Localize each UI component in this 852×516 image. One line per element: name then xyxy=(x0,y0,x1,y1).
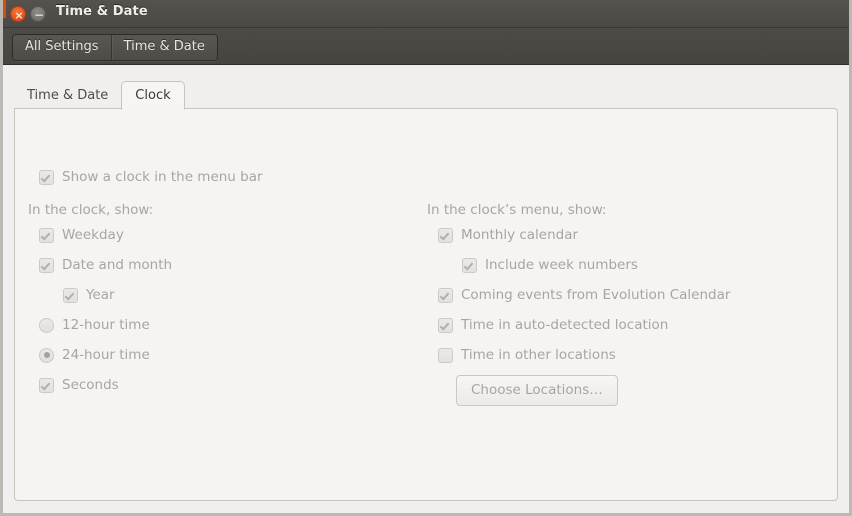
tab-clock[interactable]: Clock xyxy=(121,81,185,110)
tab-time-and-date[interactable]: Time & Date xyxy=(14,82,121,109)
close-button[interactable]: × xyxy=(10,6,26,22)
show-clock-in-menu-bar-label: Show a clock in the menu bar xyxy=(62,169,263,185)
toolbar: All Settings Time & Date xyxy=(0,28,852,65)
weekday-checkbox-row[interactable]: Weekday xyxy=(39,227,124,243)
12-hour-time-label: 12-hour time xyxy=(62,317,150,333)
year-label: Year xyxy=(86,287,115,303)
title-bar: × − Time & Date xyxy=(0,0,852,28)
24-hour-time-radio-row[interactable]: 24-hour time xyxy=(39,347,150,363)
include-week-numbers-checkbox-row[interactable]: Include week numbers xyxy=(462,257,638,273)
date-and-month-checkbox-row[interactable]: Date and month xyxy=(39,257,172,273)
24-hour-time-label: 24-hour time xyxy=(62,347,150,363)
seconds-checkbox[interactable] xyxy=(39,377,54,393)
monthly-calendar-checkbox-row[interactable]: Monthly calendar xyxy=(438,227,578,243)
weekday-checkbox[interactable] xyxy=(39,227,54,243)
include-week-numbers-checkbox[interactable] xyxy=(462,257,477,273)
window-title: Time & Date xyxy=(56,4,148,19)
clock-tab-panel: Show a clock in the menu bar In the cloc… xyxy=(14,108,838,501)
coming-events-label: Coming events from Evolution Calendar xyxy=(461,287,731,303)
auto-detected-location-checkbox[interactable] xyxy=(438,317,453,333)
monthly-calendar-checkbox[interactable] xyxy=(438,227,453,243)
other-locations-checkbox-row[interactable]: Time in other locations xyxy=(438,347,616,363)
12-hour-time-radio[interactable] xyxy=(39,317,54,333)
content-area: Time & Date Clock Show a clock in the me… xyxy=(0,65,852,516)
auto-detected-location-label: Time in auto-detected location xyxy=(461,317,669,333)
seconds-label: Seconds xyxy=(62,377,119,393)
time-and-date-window: × − Time & Date All Settings Time & Date… xyxy=(0,0,852,516)
choose-locations-button[interactable]: Choose Locations… xyxy=(456,375,618,406)
year-checkbox-row[interactable]: Year xyxy=(63,287,115,303)
tab-strip: Time & Date Clock xyxy=(14,80,185,110)
minimize-button[interactable]: − xyxy=(30,6,46,22)
seconds-checkbox-row[interactable]: Seconds xyxy=(39,377,119,393)
minimize-icon: − xyxy=(33,8,45,22)
breadcrumb-time-and-date-button[interactable]: Time & Date xyxy=(110,35,217,60)
weekday-label: Weekday xyxy=(62,227,124,243)
coming-events-checkbox[interactable] xyxy=(438,287,453,303)
date-and-month-checkbox[interactable] xyxy=(39,257,54,273)
window-accent-strip xyxy=(0,0,6,18)
right-column-heading: In the clock’s menu, show: xyxy=(427,202,607,218)
24-hour-time-radio[interactable] xyxy=(39,347,54,363)
notebook: Time & Date Clock Show a clock in the me… xyxy=(14,80,838,501)
show-clock-in-menu-bar-checkbox-row[interactable]: Show a clock in the menu bar xyxy=(39,169,263,185)
12-hour-time-radio-row[interactable]: 12-hour time xyxy=(39,317,150,333)
other-locations-label: Time in other locations xyxy=(461,347,616,363)
auto-detected-location-checkbox-row[interactable]: Time in auto-detected location xyxy=(438,317,668,333)
close-icon: × xyxy=(14,8,24,22)
monthly-calendar-label: Monthly calendar xyxy=(461,227,579,243)
include-week-numbers-label: Include week numbers xyxy=(485,257,638,273)
date-and-month-label: Date and month xyxy=(62,257,173,273)
year-checkbox[interactable] xyxy=(63,287,78,303)
breadcrumb: All Settings Time & Date xyxy=(12,34,218,61)
show-clock-in-menu-bar-checkbox[interactable] xyxy=(39,169,54,185)
breadcrumb-all-settings-button[interactable]: All Settings xyxy=(13,35,111,60)
left-column-heading: In the clock, show: xyxy=(28,202,154,218)
coming-events-checkbox-row[interactable]: Coming events from Evolution Calendar xyxy=(438,287,730,303)
other-locations-checkbox[interactable] xyxy=(438,347,453,363)
